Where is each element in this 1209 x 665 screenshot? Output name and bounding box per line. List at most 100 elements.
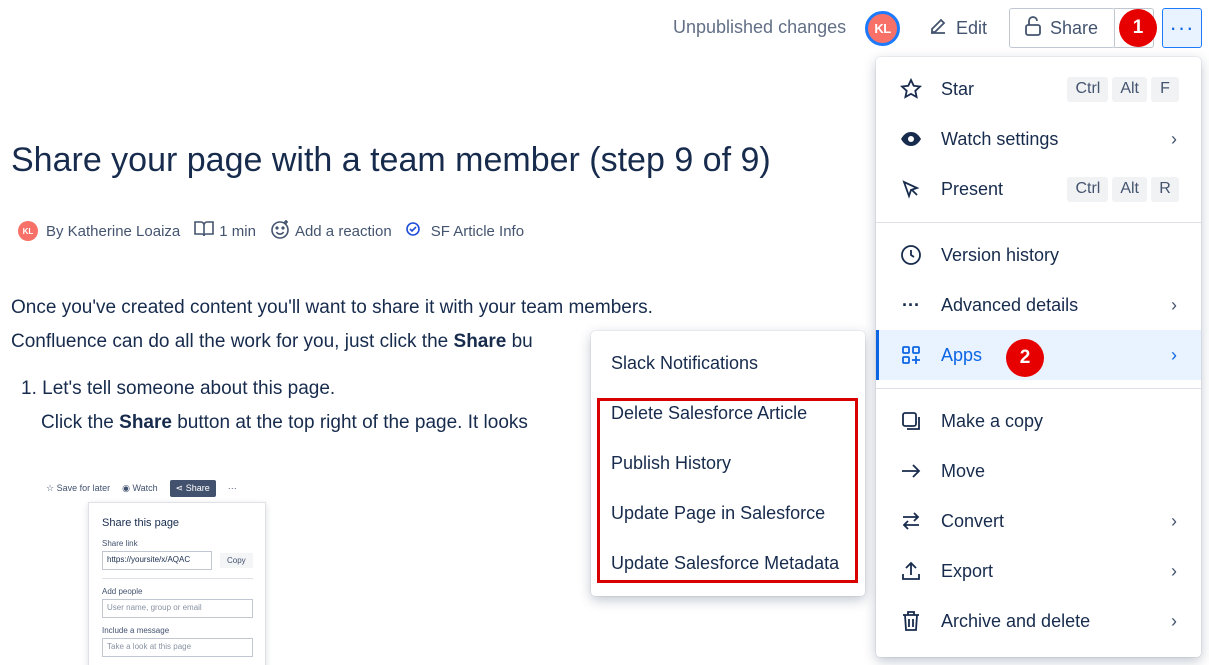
read-time-label: 1 min — [219, 222, 256, 240]
menu-archive-delete-label: Archive and delete — [941, 610, 1091, 631]
unpublished-changes-status[interactable]: Unpublished changes — [673, 17, 846, 38]
swap-arrows-icon — [899, 509, 923, 533]
present-shortcut: Ctrl Alt R — [1067, 176, 1179, 202]
chevron-right-icon: › — [1171, 128, 1177, 149]
star-icon — [899, 77, 923, 101]
menu-item-export[interactable]: Export › — [876, 546, 1201, 596]
step-badge-2: 2 — [1006, 339, 1044, 377]
chevron-right-icon: › — [1171, 610, 1177, 631]
thumb-save-for-later: ☆ Save for later — [46, 482, 111, 493]
list-item-1-detail: Click the Share button at the top right … — [41, 412, 528, 434]
pointer-icon — [899, 177, 923, 201]
shortcut-key: Alt — [1112, 76, 1147, 102]
para2-bold: Share — [453, 331, 507, 352]
menu-item-move[interactable]: Move — [876, 446, 1201, 496]
chevron-right-icon: › — [1171, 510, 1177, 531]
book-icon — [194, 220, 215, 242]
menu-divider — [876, 388, 1201, 389]
menu-star-label: Star — [941, 78, 975, 99]
thumb-add-people-field: User name, group or email — [102, 599, 253, 618]
shortcut-key: Ctrl — [1067, 76, 1109, 102]
sf-article-info-button[interactable]: SF Article Info — [405, 222, 525, 240]
thumb-watch-label: Watch — [132, 482, 158, 493]
shortcut-key: Alt — [1112, 176, 1147, 202]
menu-watch-settings-label: Watch settings — [941, 128, 1059, 149]
menu-item-make-copy[interactable]: Make a copy — [876, 396, 1201, 446]
read-time: 1 min — [194, 220, 256, 242]
thumb-copy-button: Copy — [220, 553, 253, 568]
more-actions-button[interactable]: ··· — [1162, 8, 1202, 48]
salesforce-actions-highlight — [597, 398, 858, 583]
check-circle-icon — [405, 222, 420, 240]
list-item-1: 1. Let's tell someone about this page. — [21, 378, 336, 399]
body-paragraph-2: Confluence can do all the work for you, … — [11, 331, 533, 353]
share-dialog-screenshot: ☆ Save for later ◉ Watch ⋖ Share ··· Sha… — [40, 474, 300, 665]
author-link[interactable]: By Katherine Loaiza — [46, 223, 180, 240]
thumb-message-field: Take a look at this page — [102, 638, 253, 657]
thumb-share-link-label: Share link — [102, 539, 138, 548]
trash-icon — [899, 609, 923, 633]
chevron-right-icon: › — [1171, 344, 1177, 365]
emoji-add-icon — [270, 219, 290, 243]
shortcut-key: R — [1151, 176, 1179, 202]
star-shortcut: Ctrl Alt F — [1067, 76, 1179, 102]
chevron-right-icon: › — [1171, 560, 1177, 581]
edit-label: Edit — [956, 17, 988, 38]
eye-icon — [899, 127, 923, 151]
sf-article-info-label: SF Article Info — [430, 222, 525, 240]
share-button[interactable]: Share — [1009, 8, 1115, 48]
thumb-save-label: Save for later — [56, 482, 111, 493]
menu-item-advanced-details[interactable]: ··· Advanced details › — [876, 280, 1201, 330]
menu-item-archive-delete[interactable]: Archive and delete › — [876, 596, 1201, 646]
thumb-add-people-label: Add people — [102, 587, 143, 596]
author-avatar[interactable]: KL — [18, 221, 38, 241]
menu-export-label: Export — [941, 560, 994, 581]
thumb-card-title: Share this page — [102, 517, 180, 529]
thumb-share-button: ⋖ Share — [169, 479, 216, 497]
thumb-share-label: Share — [185, 482, 210, 493]
menu-item-convert[interactable]: Convert › — [876, 496, 1201, 546]
share-label: Share — [1050, 17, 1099, 38]
thumb-message-label: Include a message — [102, 626, 170, 635]
thumb-divider — [102, 578, 253, 579]
thumb-share-link-row: https://yoursite/x/AQAC Copy — [102, 551, 253, 570]
menu-apps-label: Apps — [941, 344, 983, 365]
arrow-right-icon — [899, 459, 923, 483]
upload-icon — [899, 559, 923, 583]
lock-icon — [1024, 15, 1042, 41]
shortcut-key: F — [1151, 76, 1179, 102]
thumb-more: ··· — [227, 483, 237, 493]
menu-item-present[interactable]: Present Ctrl Alt R — [876, 164, 1201, 214]
list2-bold: Share — [119, 412, 172, 433]
menu-item-star[interactable]: Star Ctrl Alt F — [876, 64, 1201, 114]
user-avatar[interactable]: KL — [865, 11, 900, 46]
para2-text-end: bu — [506, 331, 533, 352]
top-toolbar: Unpublished changes KL Edit Share ··· 1 — [0, 0, 1209, 58]
thumb-toolbar: ☆ Save for later ◉ Watch ⋖ Share ··· — [40, 474, 300, 502]
thumb-share-link-field: https://yoursite/x/AQAC — [102, 551, 212, 570]
menu-version-history-label: Version history — [941, 244, 1060, 265]
pencil-icon — [928, 16, 948, 41]
add-reaction-label: Add a reaction — [294, 222, 392, 240]
menu-present-label: Present — [941, 178, 1004, 199]
add-reaction-button[interactable]: Add a reaction — [270, 219, 392, 243]
menu-advanced-details-label: Advanced details — [941, 294, 1079, 315]
apps-grid-icon — [899, 343, 923, 367]
edit-button[interactable]: Edit — [922, 9, 998, 47]
menu-divider — [876, 222, 1201, 223]
menu-item-version-history[interactable]: Version history — [876, 230, 1201, 280]
clock-icon — [899, 243, 923, 267]
page-byline: KL By Katherine Loaiza 1 min Add a react… — [18, 219, 538, 243]
list2-text-end: button at the top right of the page. It … — [171, 412, 528, 433]
shortcut-key: Ctrl — [1067, 176, 1109, 202]
thumb-share-card: Share this page Share link https://yours… — [88, 502, 266, 665]
menu-convert-label: Convert — [941, 510, 1005, 531]
step-badge-1: 1 — [1119, 9, 1157, 47]
menu-make-copy-label: Make a copy — [941, 410, 1044, 431]
list2-text: Click the — [41, 412, 120, 433]
submenu-item-slack-notifications[interactable]: Slack Notifications — [611, 353, 758, 374]
more-horizontal-icon: ··· — [902, 294, 920, 315]
menu-item-watch-settings[interactable]: Watch settings › — [876, 114, 1201, 164]
copy-icon — [899, 409, 923, 433]
chevron-right-icon: › — [1171, 294, 1177, 315]
